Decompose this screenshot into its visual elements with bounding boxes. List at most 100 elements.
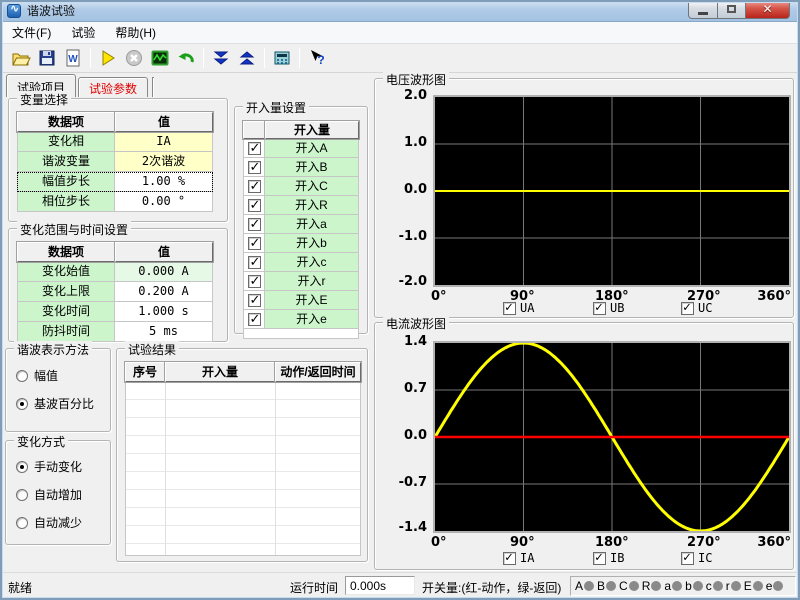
legend-ib[interactable]: IB (593, 551, 624, 565)
y-tick-label: -1.0 (381, 229, 427, 244)
stop-test-button[interactable] (121, 46, 147, 71)
app-window: 谐波试验 ✕ 文件(F) 试验 帮助(H) W (0, 0, 800, 600)
row-value[interactable]: IA (115, 132, 213, 152)
calculator-button[interactable] (269, 46, 295, 71)
table-row: 变化上限 0.200 A (17, 282, 213, 302)
waveform-window-button[interactable] (147, 46, 173, 71)
table-row: 防抖时间 5 ms (17, 322, 213, 342)
group-input-settings: 开入量设置 开入量 开入A 开入B 开入C 开入R 开入a 开入b 开入c 开入… (234, 106, 368, 334)
indicator-label: B (597, 579, 605, 593)
input-label: 开入c (265, 253, 359, 272)
export-report-button[interactable]: W (60, 46, 86, 71)
calculator-icon (272, 48, 292, 68)
results-header: 序号 开入量 动作/返回时间 (125, 362, 361, 382)
ub-checkbox[interactable] (593, 302, 606, 315)
led-icon (651, 581, 661, 591)
input-row: 开入R (243, 196, 359, 215)
radio-icon[interactable] (16, 461, 28, 473)
y-tick-label: -1.4 (381, 520, 427, 535)
indicator-a: a (664, 579, 682, 593)
radio-fundamental-percent[interactable]: 基波百分比 (16, 395, 94, 412)
input-checkbox[interactable] (248, 275, 261, 288)
ua-checkbox[interactable] (503, 302, 516, 315)
input-checkbox[interactable] (248, 142, 261, 155)
input-checkbox[interactable] (248, 313, 261, 326)
range-time-table: 数据项 值 变化始值 0.000 A 变化上限 0.200 A 变化时间 1.0… (17, 242, 213, 342)
x-tick-label: 360° (757, 535, 791, 550)
step-down-button[interactable] (208, 46, 234, 71)
group-title: 变化方式 (14, 433, 68, 450)
group-range-time: 变化范围与时间设置 数据项 值 变化始值 0.000 A 变化上限 0.200 … (8, 228, 228, 342)
voltage-plot-svg (435, 97, 789, 285)
undo-button[interactable] (173, 46, 199, 71)
table-row-focused: 幅值步长 1.00 % (17, 172, 213, 192)
legend-uc[interactable]: UC (681, 301, 712, 315)
menu-test[interactable]: 试验 (61, 21, 105, 44)
input-label: 开入R (265, 196, 359, 215)
radio-auto-increase[interactable]: 自动增加 (16, 486, 82, 503)
row-label: 变化始值 (17, 262, 115, 282)
menu-help[interactable]: 帮助(H) (105, 21, 166, 44)
ib-checkbox[interactable] (593, 552, 606, 565)
minimize-button[interactable] (688, 0, 718, 19)
window-title: 谐波试验 (27, 2, 75, 19)
row-value[interactable]: 1.000 s (115, 302, 213, 322)
input-checkbox[interactable] (248, 161, 261, 174)
menu-file[interactable]: 文件(F) (2, 21, 61, 44)
switch-note: 开关量:(红-动作，绿-返回) (422, 579, 561, 596)
open-button[interactable] (8, 46, 34, 71)
radio-icon[interactable] (16, 370, 28, 382)
save-button[interactable] (34, 46, 60, 71)
close-button[interactable]: ✕ (746, 0, 790, 19)
legend-ia[interactable]: IA (503, 551, 534, 565)
indicator-label: c (706, 579, 712, 593)
tab-test-parameters[interactable]: 试验参数 (78, 77, 148, 97)
row-label: 变化相 (17, 132, 115, 152)
title-bar[interactable]: 谐波试验 (0, 0, 800, 22)
legend-ua[interactable]: UA (503, 301, 534, 315)
ia-checkbox[interactable] (503, 552, 516, 565)
stop-icon (124, 48, 144, 68)
legend-ic[interactable]: IC (681, 551, 712, 565)
input-checkbox[interactable] (248, 237, 261, 250)
tab-strip-end (152, 77, 154, 97)
uc-checkbox[interactable] (681, 302, 694, 315)
indicator-c: c (706, 579, 723, 593)
row-value[interactable]: 0.200 A (115, 282, 213, 302)
input-checkbox[interactable] (248, 180, 261, 193)
radio-icon[interactable] (16, 398, 28, 410)
row-label: 谐波变量 (17, 152, 115, 172)
maximize-button[interactable] (718, 0, 746, 19)
radio-auto-decrease[interactable]: 自动减少 (16, 514, 82, 531)
group-title: 谐波表示方法 (14, 341, 92, 358)
y-tick-label: 0.0 (381, 182, 427, 197)
input-checkbox[interactable] (248, 256, 261, 269)
group-variable-select: 变量选择 数据项 值 变化相 IA 谐波变量 2次谐波 幅值步长 1.00 % … (8, 98, 228, 222)
radio-icon[interactable] (16, 517, 28, 529)
open-folder-icon (11, 48, 31, 68)
row-value[interactable]: 5 ms (115, 322, 213, 342)
svg-text:?: ? (317, 53, 324, 67)
step-up-button[interactable] (234, 46, 260, 71)
x-tick-label: 180° (595, 535, 629, 550)
radio-manual-change[interactable]: 手动变化 (16, 458, 82, 475)
input-checkbox[interactable] (248, 218, 261, 231)
input-label: 开入E (265, 291, 359, 310)
input-checkbox[interactable] (248, 199, 261, 212)
start-test-button[interactable] (95, 46, 121, 71)
row-value[interactable]: 0.000 A (115, 262, 213, 282)
legend-label: UA (520, 301, 534, 315)
runtime-value: 0.000s (345, 576, 415, 595)
led-icon (672, 581, 682, 591)
legend-ub[interactable]: UB (593, 301, 624, 315)
input-checkbox[interactable] (248, 294, 261, 307)
help-button[interactable]: ? (304, 46, 330, 71)
row-value[interactable]: 1.00 % (115, 172, 213, 192)
radio-amplitude[interactable]: 幅值 (16, 367, 58, 384)
results-table-body[interactable] (125, 382, 361, 556)
row-value[interactable]: 0.00 ° (115, 192, 213, 212)
radio-icon[interactable] (16, 489, 28, 501)
ic-checkbox[interactable] (681, 552, 694, 565)
row-value[interactable]: 2次谐波 (115, 152, 213, 172)
y-tick-label: 0.7 (381, 381, 427, 396)
